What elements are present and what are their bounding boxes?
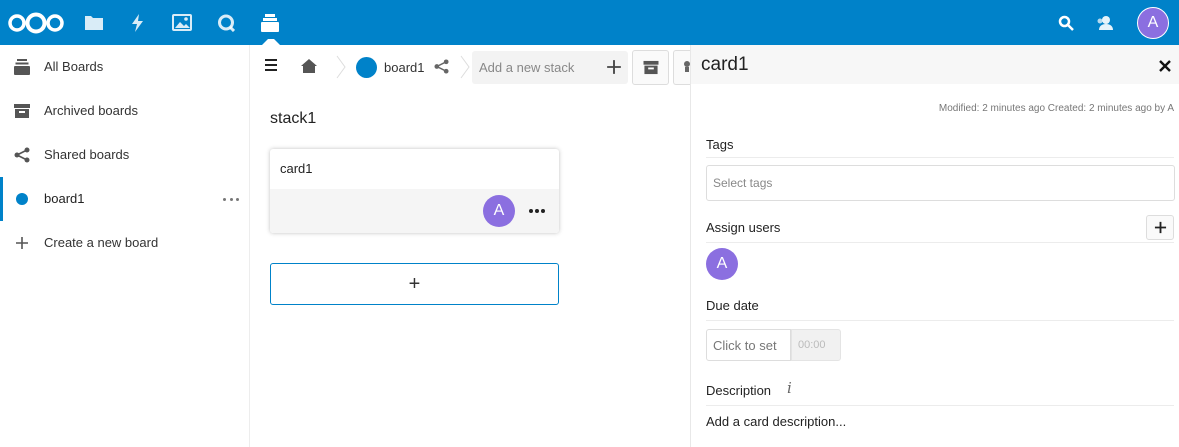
breadcrumb-separator-icon [460, 55, 470, 79]
nav-item-label: All Boards [44, 59, 104, 74]
divider [706, 242, 1174, 243]
folder-icon[interactable] [83, 0, 105, 45]
card-footer: A [270, 189, 559, 233]
archive-icon [643, 60, 658, 75]
nav-item-board1[interactable]: board1 [0, 177, 249, 221]
menu-icon[interactable] [265, 59, 277, 72]
board-color-dot [13, 190, 31, 208]
breadcrumb-separator-icon [336, 55, 346, 79]
more-options-icon[interactable] [223, 191, 239, 207]
tags-input[interactable] [707, 166, 1174, 200]
nextcloud-logo-icon[interactable] [6, 0, 66, 45]
nav-item-label: Archived boards [44, 103, 138, 118]
chat-bubble-icon[interactable] [216, 0, 236, 45]
card-details-sidebar: card1 Modified: 2 minutes ago Created: 2… [690, 45, 1179, 447]
lightning-icon[interactable] [128, 0, 148, 45]
nav-item-all-boards[interactable]: All Boards [0, 45, 249, 89]
due-date-label: Due date [706, 298, 759, 313]
breadcrumb-board[interactable]: board1 [356, 56, 424, 78]
nav-item-create-board[interactable]: Create a new board [0, 221, 249, 265]
due-date-field[interactable] [706, 329, 791, 361]
share-icon[interactable] [434, 59, 450, 75]
nav-item-label: Create a new board [44, 235, 159, 250]
divider [706, 405, 1174, 406]
add-stack-plus-icon[interactable] [606, 59, 622, 75]
board-color-dot [356, 56, 377, 78]
top-header: A [0, 0, 1179, 45]
new-stack-input[interactable] [472, 51, 602, 84]
user-avatar[interactable]: A [1137, 7, 1169, 39]
due-time-field[interactable] [791, 329, 841, 361]
card[interactable]: card1 A [270, 149, 559, 233]
tags-label: Tags [706, 137, 734, 152]
tags-select[interactable] [706, 165, 1175, 201]
description-label: Description [706, 383, 772, 398]
breadcrumb-board-title: board1 [384, 59, 425, 75]
info-icon[interactable]: i [787, 379, 792, 397]
board-area [250, 45, 690, 447]
archive-icon [13, 102, 31, 120]
due-time-input[interactable] [792, 330, 840, 360]
card-meta: Modified: 2 minutes ago Created: 2 minut… [938, 103, 1174, 114]
close-icon[interactable] [1158, 59, 1172, 73]
app-navigation: All Boards Archived boards Shared boards… [0, 45, 250, 447]
divider [706, 320, 1174, 321]
divider [706, 157, 1174, 158]
stack-title[interactable]: stack1 [270, 110, 316, 128]
assigned-user-avatar[interactable]: A [706, 248, 738, 280]
assign-user-button[interactable] [1146, 215, 1174, 240]
nav-item-archived-boards[interactable]: Archived boards [0, 89, 249, 133]
assign-users-label: Assign users [706, 220, 781, 235]
share-icon [13, 146, 31, 164]
add-card-button[interactable]: + [270, 263, 559, 305]
assignee-avatar: A [483, 195, 515, 227]
contacts-icon[interactable] [1095, 0, 1115, 45]
due-date-input[interactable] [707, 330, 790, 360]
new-stack-form [472, 51, 628, 84]
nav-item-shared-boards[interactable]: Shared boards [0, 133, 249, 177]
card-title: card1 [280, 161, 313, 176]
sidebar-title[interactable]: card1 [701, 54, 749, 76]
stack-icon [13, 58, 31, 76]
plus-icon [1154, 221, 1166, 234]
home-icon[interactable] [300, 58, 320, 76]
search-icon[interactable] [1056, 0, 1076, 45]
image-icon[interactable] [171, 0, 193, 45]
sidebar-header: card1 [691, 45, 1179, 84]
show-archived-button[interactable] [632, 50, 669, 85]
nav-item-label: board1 [44, 191, 85, 206]
description-placeholder[interactable]: Add a card description... [706, 414, 846, 429]
card-menu-icon[interactable] [529, 209, 545, 214]
nav-item-label: Shared boards [44, 147, 130, 162]
plus-icon [13, 234, 31, 252]
